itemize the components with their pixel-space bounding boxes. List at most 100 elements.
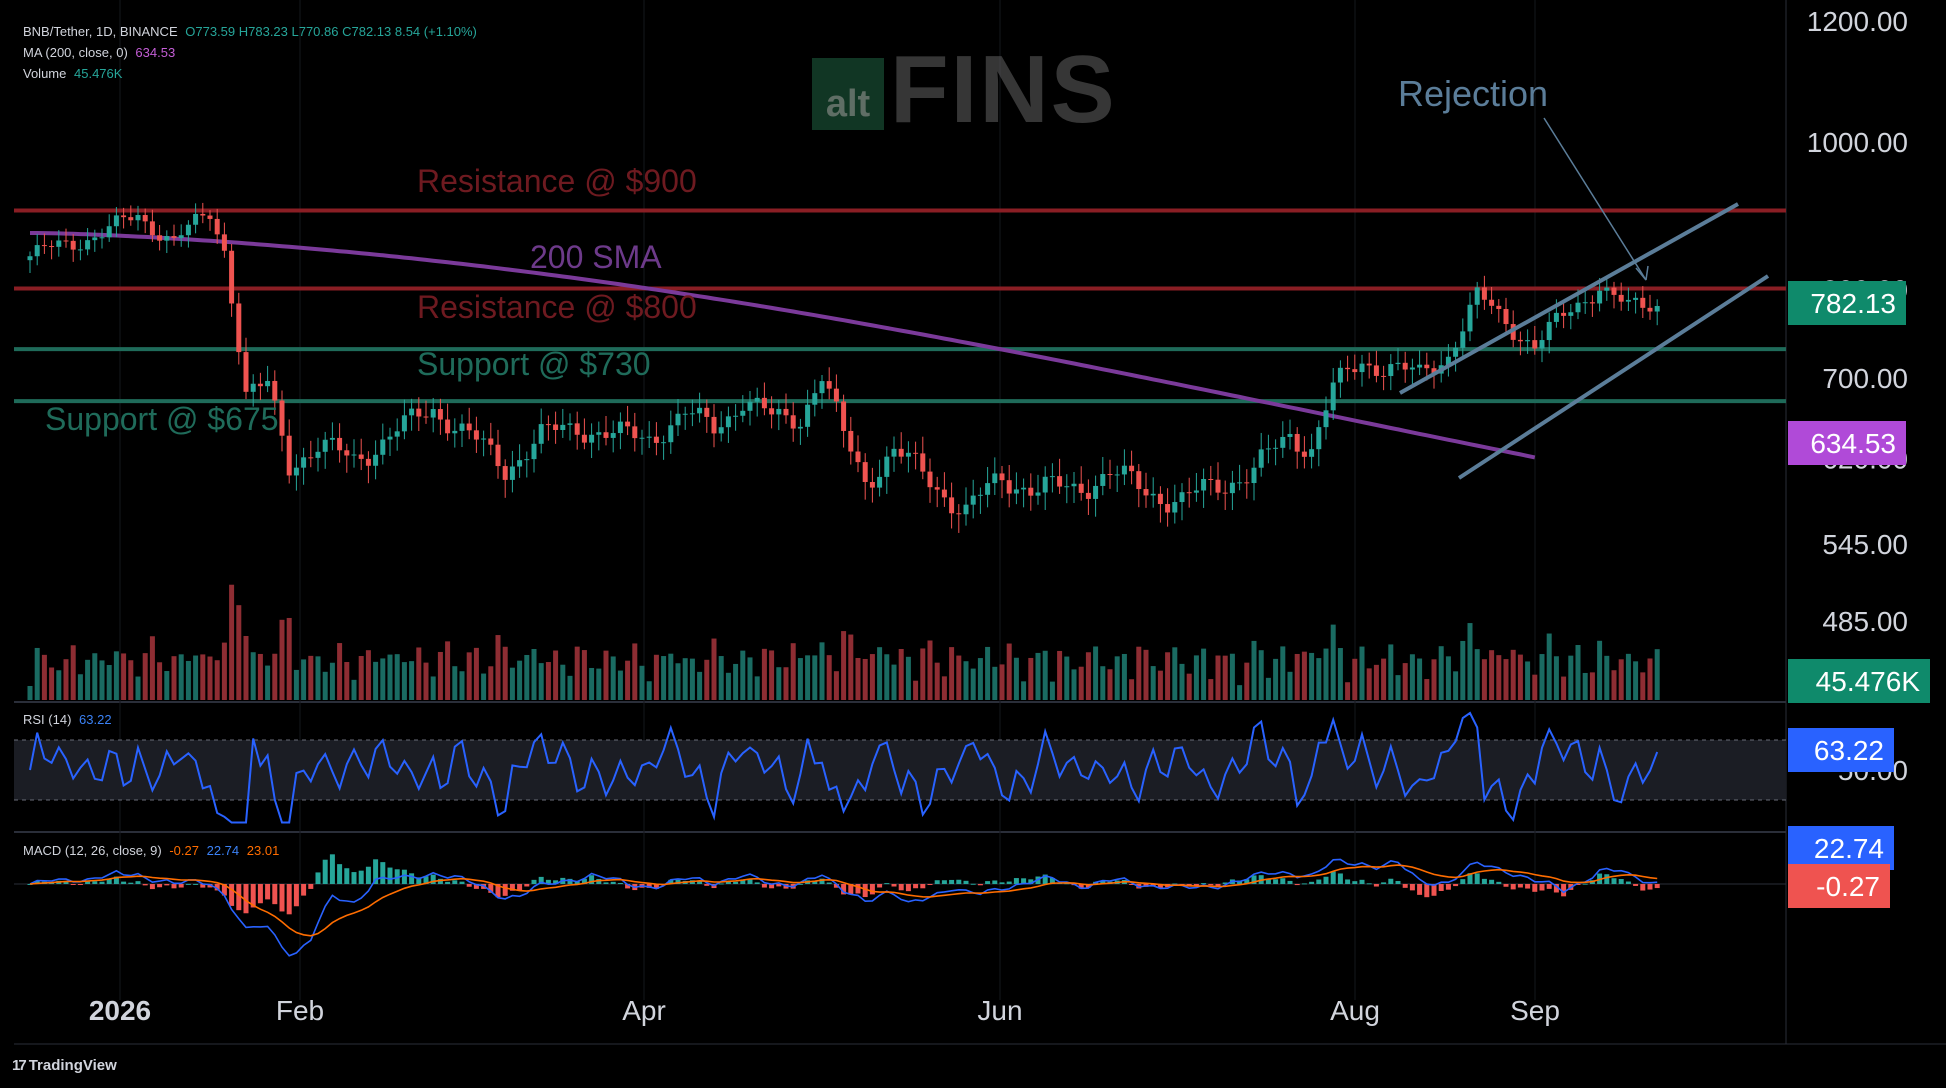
volume-bar [1078, 666, 1084, 700]
volume-label[interactable]: Volume [23, 66, 66, 81]
volume-bar [1129, 679, 1135, 700]
macd-hist-bar [1481, 878, 1487, 884]
candle-body [221, 234, 227, 251]
candle-body [1265, 448, 1271, 450]
candle-body [99, 237, 105, 239]
macd-hist-bar [358, 870, 364, 884]
candle-body [639, 437, 645, 439]
volume-bar [711, 638, 717, 700]
volume-bar [1186, 673, 1192, 700]
tradingview-text: TradingView [28, 1057, 117, 1074]
volume-bar [322, 671, 328, 700]
candle-body [1215, 479, 1221, 493]
volume-bar [733, 663, 739, 700]
candle-body [358, 454, 364, 459]
macd-hist-bar [733, 881, 739, 884]
volume-bar [560, 664, 566, 700]
candle-body [999, 473, 1005, 481]
volume-bar [27, 686, 33, 700]
volume-bar [488, 666, 494, 700]
time-tick-label: Sep [1510, 995, 1560, 1026]
volume-bar [1409, 654, 1415, 700]
macd-hist-bar [351, 872, 357, 884]
macd-hist-bar [1301, 883, 1307, 885]
price-chart[interactable]: Resistance @ $900 Resistance @ $800 Suppor… [0, 0, 1946, 1088]
volume-bar [243, 635, 249, 700]
candle-body [1330, 382, 1336, 411]
volume-bar [149, 636, 155, 700]
candle-body [1568, 312, 1574, 316]
volume-bar [1345, 682, 1351, 700]
volume-bar [1359, 646, 1365, 700]
volume-bar [1064, 656, 1070, 700]
macd-label[interactable]: MACD (12, 26, close, 9) [23, 843, 162, 858]
candle-body [1035, 492, 1041, 496]
macd-hist-bar [265, 884, 271, 900]
macd-hist-bar [337, 864, 343, 884]
macd-signal-badge: 22.74 [1814, 833, 1884, 864]
label-support-675: Support @ $675 [45, 401, 279, 437]
macd-hist-bar [1208, 884, 1214, 886]
volume-bar [214, 660, 220, 700]
candle-body [1453, 347, 1459, 357]
candle-body [689, 413, 695, 415]
volume-bar [963, 661, 969, 700]
volume-bar [805, 655, 811, 700]
volume-bar [1489, 650, 1495, 700]
volume-legend[interactable]: Volume 45.476K [23, 66, 122, 82]
candle-body [581, 434, 587, 443]
volume-bar [99, 660, 105, 700]
candle-body [841, 401, 847, 431]
macd-hist-bar [934, 880, 940, 884]
candle-body [63, 240, 69, 242]
candle-body [1244, 482, 1250, 484]
macd-hist-bar [502, 884, 508, 896]
volume-bar [1280, 646, 1286, 700]
macd-hist-bar [1496, 881, 1502, 884]
candle-body [1618, 294, 1624, 302]
candle-body [1373, 365, 1379, 376]
volume-bar [1165, 652, 1171, 700]
macd-hist-bar [1532, 884, 1538, 892]
candle-body [279, 400, 285, 436]
volume-bar [1388, 644, 1394, 700]
candle-body [553, 424, 559, 430]
candle-body [1143, 489, 1149, 496]
candle-body [1381, 375, 1387, 377]
rsi-legend[interactable]: RSI (14) 63.22 [23, 712, 112, 728]
volume-bar [1395, 675, 1401, 700]
ma-legend[interactable]: MA (200, close, 0) 634.53 [23, 45, 175, 61]
volume-bar [1546, 633, 1552, 700]
macd-hist-bar [1273, 879, 1279, 884]
candle-body [1604, 287, 1610, 291]
macd-hist-bar [610, 881, 616, 884]
symbol-legend[interactable]: BNB/Tether, 1D, BINANCE O773.59 H783.23 … [23, 24, 477, 40]
volume-bar [351, 679, 357, 700]
candle-body [1100, 474, 1106, 486]
volume-bar [41, 654, 47, 700]
candle-body [862, 462, 868, 482]
volume-bar [502, 646, 508, 700]
volume-bar [34, 647, 40, 700]
candle-body [949, 497, 955, 514]
macd-hist-bar [1618, 879, 1624, 884]
ma-label[interactable]: MA (200, close, 0) [23, 45, 128, 60]
symbol-name[interactable]: BNB/Tether, 1D, BINANCE [23, 24, 178, 39]
volume-bar [1251, 640, 1257, 700]
label-support-730: Support @ $730 [417, 346, 651, 382]
volume-bar [646, 681, 652, 700]
candle-body [1273, 447, 1279, 449]
candle-body [941, 489, 947, 498]
volume-bar [1654, 649, 1660, 700]
candle-body [1251, 467, 1257, 484]
macd-hist-bar [315, 872, 321, 884]
rsi-label[interactable]: RSI (14) [23, 712, 71, 727]
volume-bar [1237, 685, 1243, 700]
volume-bar [1597, 640, 1603, 700]
volume-bar [466, 652, 472, 700]
tradingview-logo[interactable]: 17 TradingView [12, 1057, 117, 1074]
macd-legend[interactable]: MACD (12, 26, close, 9) -0.27 22.74 23.0… [23, 843, 279, 859]
macd-hist-bar [92, 881, 98, 884]
macd-hist-bar [1474, 873, 1480, 884]
candle-body [1517, 339, 1523, 342]
